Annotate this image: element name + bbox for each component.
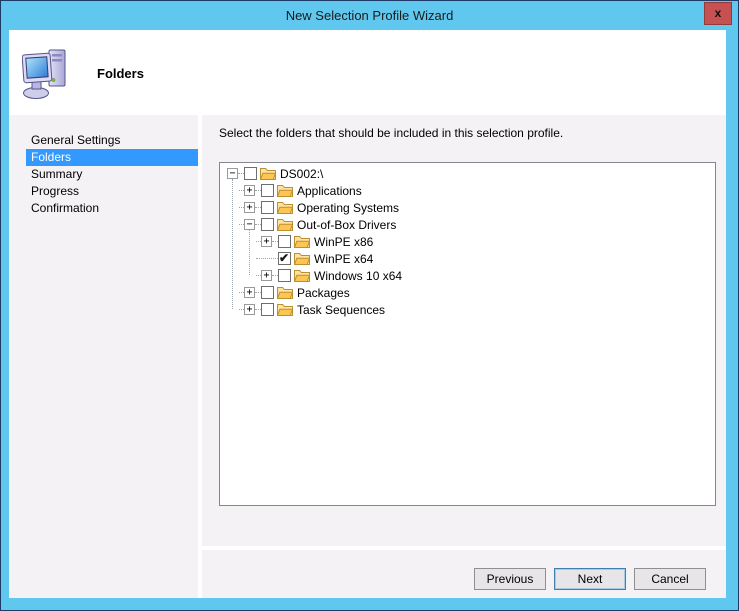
tree-checkbox[interactable]: [278, 269, 291, 282]
tree-node-label: Operating Systems: [297, 201, 399, 215]
tree-expander-icon[interactable]: +: [244, 287, 255, 298]
computer-icon: [22, 44, 68, 100]
sidebar-item-label: Progress: [31, 184, 79, 198]
tree-checkbox[interactable]: [261, 201, 274, 214]
tree-checkbox[interactable]: [278, 235, 291, 248]
tree-indent: [227, 292, 239, 293]
tree-checkbox[interactable]: [261, 218, 274, 231]
tree-expander-icon[interactable]: +: [261, 270, 272, 281]
tree-indent: [227, 190, 239, 191]
folder-icon: [260, 167, 276, 180]
folder-icon: [294, 252, 310, 265]
sidebar-item-label: General Settings: [31, 133, 120, 147]
sidebar-item-confirmation[interactable]: Confirmation: [26, 200, 198, 217]
tree-node[interactable]: + Windows 10 x64: [220, 267, 715, 284]
folder-tree[interactable]: − DS002:\: [219, 162, 716, 506]
folder-icon: [294, 269, 310, 282]
wizard-button-row: Previous Next Cancel: [202, 568, 706, 590]
cancel-button[interactable]: Cancel: [634, 568, 706, 590]
tree-indent: [227, 309, 239, 310]
tree-checkbox[interactable]: [244, 167, 257, 180]
wizard-content-panel: Select the folders that should be includ…: [202, 115, 726, 546]
tree-node[interactable]: + Applications: [220, 182, 715, 199]
window-title: New Selection Profile Wizard: [1, 1, 738, 30]
folder-icon: [277, 184, 293, 197]
tree-node-label: Applications: [297, 184, 362, 198]
sidebar-item-label: Summary: [31, 167, 82, 181]
tree-node-label: DS002:\: [280, 167, 323, 181]
sidebar-item-folders[interactable]: Folders: [26, 149, 198, 166]
tree-expander-icon[interactable]: +: [244, 304, 255, 315]
tree-indent: [227, 207, 239, 208]
tree-checkbox[interactable]: [261, 286, 274, 299]
tree-expander-icon[interactable]: +: [261, 236, 272, 247]
folder-icon: [277, 286, 293, 299]
tree-node[interactable]: − Out-of-Box Drivers: [220, 216, 715, 233]
folder-icon: [294, 235, 310, 248]
sidebar-item-summary[interactable]: Summary: [26, 166, 198, 183]
tree-checkbox[interactable]: [278, 252, 291, 265]
tree-indent: [227, 224, 239, 225]
tree-node-label: WinPE x64: [314, 252, 373, 266]
tree-expander-icon[interactable]: −: [244, 219, 255, 230]
wizard-header: Folders: [9, 30, 726, 114]
tree-node[interactable]: + WinPE x86: [220, 233, 715, 250]
tree-node[interactable]: + Operating Systems: [220, 199, 715, 216]
close-button[interactable]: x: [704, 2, 732, 25]
tree-checkbox[interactable]: [261, 303, 274, 316]
previous-button[interactable]: Previous: [474, 568, 546, 590]
dialog-client-area: Folders General Settings Folders Summary…: [9, 30, 726, 598]
tree-node-label: Packages: [297, 286, 350, 300]
tree-connector-dots: [256, 258, 278, 259]
sidebar-item-general-settings[interactable]: General Settings: [26, 132, 198, 149]
tree-node-label: Windows 10 x64: [314, 269, 402, 283]
tree-node-label: WinPE x86: [314, 235, 373, 249]
tree-node[interactable]: + Task Sequences: [220, 301, 715, 318]
sidebar-item-label: Confirmation: [31, 201, 99, 215]
wizard-footer: Previous Next Cancel: [202, 550, 726, 598]
tree-expander-icon[interactable]: +: [244, 185, 255, 196]
sidebar-item-progress[interactable]: Progress: [26, 183, 198, 200]
tree-expander-icon[interactable]: +: [244, 202, 255, 213]
tree-indent: [227, 258, 256, 259]
tree-node[interactable]: − DS002:\: [220, 165, 715, 182]
tree-node-label: Out-of-Box Drivers: [297, 218, 396, 232]
tree-indent: [227, 241, 256, 242]
tree-checkbox[interactable]: [261, 184, 274, 197]
folder-icon: [277, 303, 293, 316]
next-button[interactable]: Next: [554, 568, 626, 590]
wizard-step-list: General Settings Folders Summary Progres…: [9, 132, 198, 217]
folder-icon: [277, 201, 293, 214]
titlebar[interactable]: New Selection Profile Wizard x: [1, 1, 738, 30]
tree-indent: [227, 275, 256, 276]
tree-node[interactable]: + Packages: [220, 284, 715, 301]
sidebar-item-label: Folders: [31, 150, 71, 164]
tree-node[interactable]: WinPE x64: [220, 250, 715, 267]
instruction-text: Select the folders that should be includ…: [219, 126, 563, 140]
wizard-window: New Selection Profile Wizard x: [0, 0, 739, 611]
wizard-step-sidebar: General Settings Folders Summary Progres…: [9, 115, 198, 598]
tree-node-label: Task Sequences: [297, 303, 385, 317]
folder-icon: [277, 218, 293, 231]
tree-expander-icon[interactable]: −: [227, 168, 238, 179]
folder-tree-content: − DS002:\: [220, 163, 715, 318]
page-title: Folders: [97, 66, 144, 81]
